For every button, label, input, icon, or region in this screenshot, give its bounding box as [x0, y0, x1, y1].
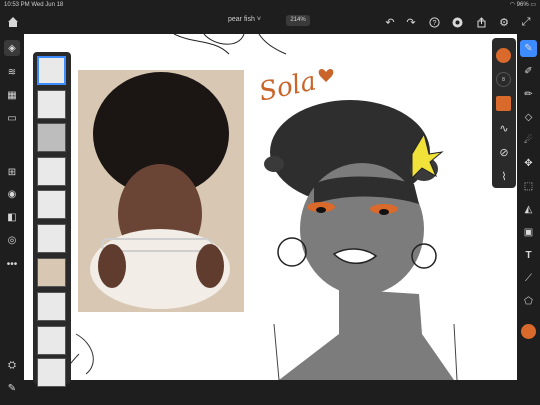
battery-icon: ▭ [530, 2, 536, 8]
stroke-icon[interactable]: ∿ [496, 120, 512, 136]
top-toolbar: pear fish ˅ 214% ↶ ↷ ? ⚙ ⤢ [0, 10, 540, 34]
smudge-icon[interactable]: ✐ [520, 63, 537, 80]
selection-icon[interactable]: ⬚ [520, 178, 537, 195]
layer-thumbnail[interactable] [37, 358, 66, 387]
brush-settings-panel: 8 ∿ ⊘ ⌇ [492, 38, 516, 188]
gear-icon[interactable]: ⚙ [496, 14, 512, 30]
left-toolbar: ◈ ≋ ▦ ▭ ⊞ ◉ ◧ ◎ ••• ⛭ ✎ [0, 34, 24, 405]
undo-icon[interactable]: ↶ [382, 14, 398, 30]
layer-thumbnail[interactable] [37, 326, 66, 355]
wifi-icon: ◠ [509, 2, 515, 8]
smoothing-icon[interactable]: ⊘ [496, 144, 512, 160]
status-date: Wed Jun 18 [31, 2, 64, 8]
zoom-level[interactable]: 214% [286, 15, 310, 26]
status-time-date: 10:53 PM Wed Jun 18 [4, 0, 63, 10]
redo-icon[interactable]: ↷ [403, 14, 419, 30]
current-color-swatch[interactable] [521, 324, 536, 339]
fill-icon[interactable]: ◭ [520, 201, 537, 218]
liquify-icon[interactable]: ☄ [520, 132, 537, 149]
layers-icon[interactable]: ◈ [4, 40, 20, 56]
layers-panel [33, 52, 71, 387]
shapes-icon[interactable]: ⬠ [520, 293, 537, 310]
drawing-canvas[interactable]: Sola [24, 34, 517, 380]
comment-icon[interactable]: ▭ [4, 110, 20, 126]
portrait-drawing [264, 100, 458, 380]
layer-thumbnail[interactable] [37, 90, 66, 119]
status-battery: ◠ 96% ▭ [510, 0, 536, 10]
layer-thumbnail[interactable] [37, 123, 66, 152]
layer-thumbnail[interactable] [37, 157, 66, 186]
add-layer-icon[interactable]: ⊞ [4, 164, 20, 180]
heart-icon [318, 69, 334, 82]
canvas-footer [24, 380, 517, 405]
status-time: 10:53 PM [4, 2, 30, 8]
layer-thumbnail[interactable] [37, 292, 66, 321]
paint-icon[interactable]: ✏ [520, 86, 537, 103]
brush-settings-icon[interactable]: ⌇ [496, 168, 512, 184]
layer-thumbnail[interactable] [37, 258, 66, 287]
more-icon[interactable]: ••• [4, 256, 20, 272]
eyedropper-icon[interactable]: ⟋ [520, 270, 537, 287]
brush-color-swatch[interactable] [496, 48, 511, 63]
right-toolbar: ✎ ✐ ✏ ◇ ☄ ✥ ⬚ ◭ ▣ T ⟋ ⬠ [517, 34, 540, 405]
cloud-icon[interactable] [449, 14, 465, 30]
mask-icon[interactable]: ◧ [4, 209, 20, 225]
help-icon[interactable]: ? [426, 14, 442, 30]
move-icon[interactable]: ✥ [520, 155, 537, 172]
layer-thumbnail[interactable] [37, 190, 66, 219]
brush-icon[interactable]: ✎ [520, 40, 537, 57]
adjustments-icon[interactable]: ≋ [4, 64, 20, 80]
fullscreen-icon[interactable]: ⤢ [518, 14, 534, 30]
document-title[interactable]: pear fish ˅ [228, 16, 261, 23]
image-icon[interactable]: ▣ [520, 224, 537, 241]
layer-thumbnail[interactable] [37, 224, 66, 253]
brush-size-label[interactable]: 8 [496, 72, 511, 87]
reference-photo [78, 70, 244, 312]
text-icon[interactable]: T [520, 247, 537, 264]
status-bar: 10:53 PM Wed Jun 18 ◠ 96% ▭ [0, 0, 540, 10]
color-swap-icon[interactable]: ⛭ [4, 357, 20, 373]
brush-color-square[interactable] [496, 96, 511, 111]
canvas-icon[interactable]: ▦ [4, 87, 20, 103]
svg-text:?: ? [432, 20, 436, 27]
layer-thumbnail[interactable] [37, 56, 66, 85]
eraser-icon[interactable]: ◇ [520, 109, 537, 126]
home-icon[interactable] [5, 14, 21, 30]
visibility-icon[interactable]: ◉ [4, 186, 20, 202]
eyedropper-icon[interactable]: ✎ [4, 380, 20, 396]
document-name: pear fish [228, 16, 255, 23]
battery-level: 96% [516, 2, 529, 8]
share-icon[interactable] [473, 14, 489, 30]
chevron-down-icon: ˅ [256, 16, 261, 23]
blend-icon[interactable]: ◎ [4, 232, 20, 248]
